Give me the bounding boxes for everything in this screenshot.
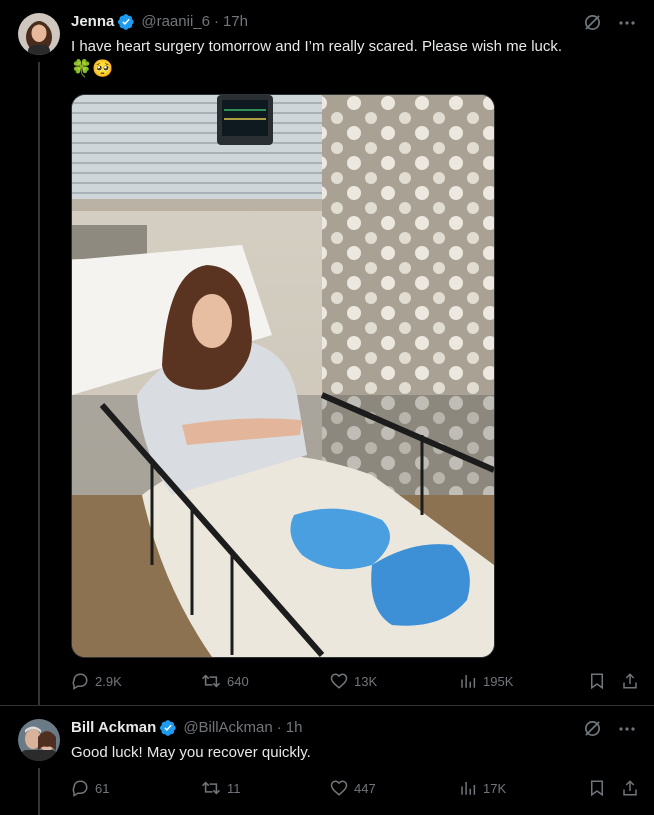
like-button[interactable]: 13K xyxy=(330,672,377,690)
tweet-emojis: 🍀🥺 xyxy=(71,59,114,78)
more-icon[interactable] xyxy=(618,14,636,37)
tweet-actions: 61 11 447 17K xyxy=(71,777,639,799)
tweet-text: Good luck! May you recover quickly. xyxy=(71,744,311,761)
views-button[interactable]: 17K xyxy=(459,779,506,797)
bookmark-icon xyxy=(591,673,603,690)
reply-icon xyxy=(72,780,88,797)
author-name[interactable]: Jenna xyxy=(71,12,114,32)
author-name[interactable]: Bill Ackman xyxy=(71,718,156,738)
views-count: 17K xyxy=(483,780,507,796)
like-count: 447 xyxy=(354,780,376,796)
repost-icon xyxy=(201,781,221,795)
reply-count: 2.9K xyxy=(95,673,122,689)
grok-icon[interactable] xyxy=(583,13,602,37)
separator-dot: · xyxy=(213,13,219,30)
tweet-text: I have heart surgery tomorrow and I’m re… xyxy=(71,36,631,81)
grok-icon[interactable] xyxy=(583,719,602,743)
tweet[interactable]: Bill Ackman @BillAckman · 1h Good luck! … xyxy=(0,707,654,815)
repost-icon xyxy=(201,674,221,688)
verified-badge-icon xyxy=(159,719,177,737)
more-icon[interactable] xyxy=(618,720,636,743)
tweet-body: I have heart surgery tomorrow and I’m re… xyxy=(71,38,563,55)
repost-count: 640 xyxy=(227,673,249,689)
views-icon xyxy=(461,782,476,795)
avatar[interactable] xyxy=(18,719,60,761)
tweet-actions: 2.9K 640 13K 195K xyxy=(71,670,639,692)
repost-button[interactable]: 640 xyxy=(201,672,249,690)
tweet[interactable]: Jenna @raanii_6 · 17h I have heart surge… xyxy=(0,0,654,706)
share-button[interactable] xyxy=(621,779,639,797)
bookmark-button[interactable] xyxy=(588,779,606,797)
like-icon xyxy=(330,780,348,796)
reply-icon xyxy=(72,673,88,690)
avatar[interactable] xyxy=(18,13,60,55)
views-icon xyxy=(461,675,476,688)
reply-button[interactable]: 2.9K xyxy=(71,672,122,690)
share-icon xyxy=(623,780,637,796)
reply-button[interactable]: 61 xyxy=(71,779,109,797)
timestamp[interactable]: 1h xyxy=(286,718,303,738)
verified-badge-icon xyxy=(117,13,135,31)
timestamp[interactable]: 17h xyxy=(223,12,248,32)
author-handle[interactable]: @raanii_6 xyxy=(141,12,210,32)
views-button[interactable]: 195K xyxy=(459,672,513,690)
share-button[interactable] xyxy=(621,672,639,690)
bookmark-icon xyxy=(591,780,603,797)
like-button[interactable]: 447 xyxy=(330,779,376,797)
share-icon xyxy=(623,673,637,689)
separator-dot: · xyxy=(276,719,282,736)
like-icon xyxy=(330,673,348,689)
repost-count: 11 xyxy=(227,780,241,796)
views-count: 195K xyxy=(483,673,514,689)
tweet-photo[interactable] xyxy=(71,94,495,658)
reply-count: 61 xyxy=(95,780,110,796)
repost-button[interactable]: 11 xyxy=(201,779,241,797)
bookmark-button[interactable] xyxy=(588,672,606,690)
author-handle[interactable]: @BillAckman xyxy=(183,718,272,738)
like-count: 13K xyxy=(354,673,378,689)
